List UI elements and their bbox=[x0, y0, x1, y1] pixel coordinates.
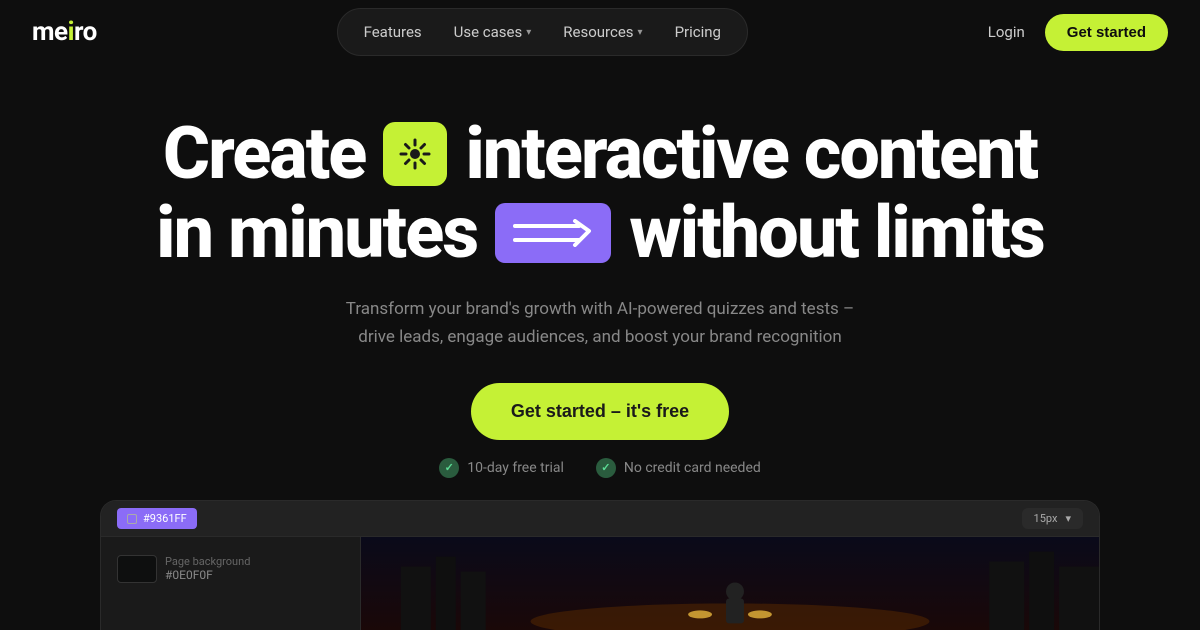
bg-label: Page background bbox=[165, 555, 250, 568]
nav-resources[interactable]: Resources ▾ bbox=[549, 17, 656, 47]
nav-pricing[interactable]: Pricing bbox=[661, 17, 735, 47]
trust-no-card: ✓ No credit card needed bbox=[596, 458, 761, 478]
logo[interactable]: meiro bbox=[32, 17, 97, 47]
car-scene-bg bbox=[361, 537, 1099, 630]
trust-trial: ✓ 10-day free trial bbox=[439, 458, 564, 478]
app-preview: #9361FF 15px ▾ Page background #0E0F0F bbox=[100, 500, 1100, 630]
chevron-down-icon: ▾ bbox=[638, 27, 643, 38]
navbar: meiro Features Use cases ▾ Resources ▾ P… bbox=[0, 0, 1200, 64]
color-dot bbox=[127, 514, 137, 524]
nav-use-cases[interactable]: Use cases ▾ bbox=[440, 17, 546, 47]
preview-canvas bbox=[361, 537, 1099, 630]
color-chip: #9361FF bbox=[117, 508, 197, 529]
interactive-icon-badge bbox=[383, 122, 447, 186]
login-button[interactable]: Login bbox=[988, 23, 1025, 41]
hero-title: Create interactive content in minutes wi… bbox=[0, 114, 1200, 272]
get-started-nav-button[interactable]: Get started bbox=[1045, 14, 1168, 51]
arrow-icon-badge bbox=[495, 203, 611, 263]
chevron-down-icon: ▾ bbox=[526, 27, 531, 38]
bg-color-block bbox=[117, 555, 157, 583]
check-icon: ✓ bbox=[596, 458, 616, 478]
hero-subtitle: Transform your brand's growth with AI-po… bbox=[330, 296, 870, 350]
nav-features[interactable]: Features bbox=[350, 17, 436, 47]
hero-cta-button[interactable]: Get started – it's free bbox=[471, 383, 729, 440]
preview-sidebar: Page background #0E0F0F bbox=[101, 537, 361, 630]
bg-value: #0E0F0F bbox=[165, 568, 250, 582]
preview-content: Page background #0E0F0F bbox=[101, 537, 1099, 630]
px-control: 15px ▾ bbox=[1022, 508, 1083, 529]
nav-actions: Login Get started bbox=[988, 14, 1168, 51]
nav-menu: Features Use cases ▾ Resources ▾ Pricing bbox=[337, 8, 748, 56]
chevron-down-icon: ▾ bbox=[1065, 512, 1071, 525]
trust-badges: ✓ 10-day free trial ✓ No credit card nee… bbox=[0, 458, 1200, 478]
check-icon: ✓ bbox=[439, 458, 459, 478]
hero-section: Create interactive content in minutes wi… bbox=[0, 64, 1200, 478]
preview-toolbar: #9361FF 15px ▾ bbox=[101, 501, 1099, 537]
